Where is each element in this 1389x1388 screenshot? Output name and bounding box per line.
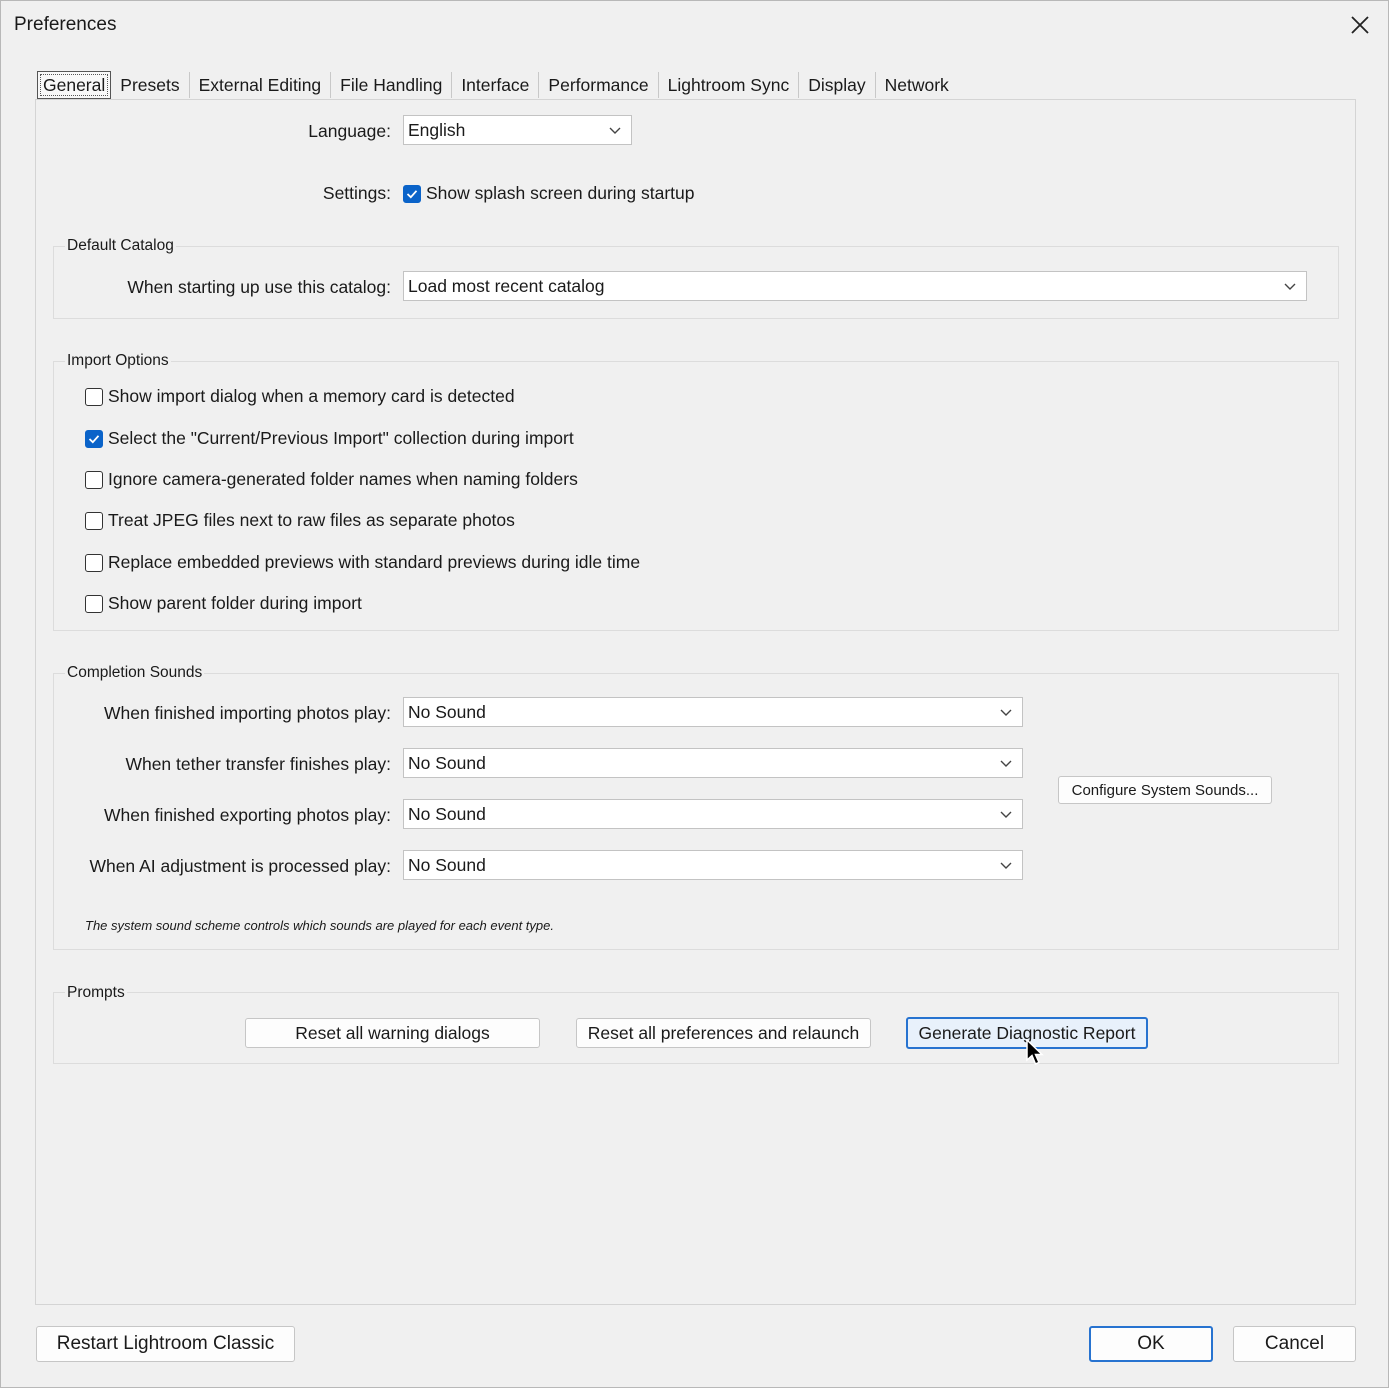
tab-interface[interactable]: Interface [452, 72, 540, 98]
import-sound-label: When finished importing photos play: [104, 703, 391, 723]
import-sound-select[interactable]: No Sound [403, 697, 1023, 727]
tab-bar: General Presets External Editing File Ha… [37, 71, 958, 99]
import-option-label: Ignore camera-generated folder names whe… [108, 469, 578, 489]
tab-display[interactable]: Display [799, 72, 876, 98]
checkbox-box [85, 470, 103, 489]
catalog-select[interactable]: Load most recent catalog [403, 271, 1307, 301]
checkbox-box [85, 511, 103, 530]
chevron-down-icon [1000, 808, 1012, 820]
export-sound-value: No Sound [408, 804, 486, 824]
checkbox-box [85, 387, 103, 406]
chevron-down-icon [609, 124, 621, 136]
default-catalog-title: Default Catalog [65, 237, 176, 255]
close-button[interactable] [1342, 7, 1378, 43]
tether-sound-select[interactable]: No Sound [403, 748, 1023, 778]
catalog-value: Load most recent catalog [408, 276, 605, 296]
import-option-label: Treat JPEG files next to raw files as se… [108, 510, 515, 530]
checkbox-box [403, 184, 421, 203]
import-option-replace-previews[interactable]: Replace embedded previews with standard … [85, 552, 640, 573]
tab-general[interactable]: General [37, 71, 112, 99]
language-value: English [408, 120, 466, 140]
tab-presets[interactable]: Presets [111, 72, 190, 98]
title-bar: Preferences [1, 1, 1388, 51]
import-option-jpeg-separate[interactable]: Treat JPEG files next to raw files as se… [85, 510, 515, 531]
configure-system-sounds-button[interactable]: Configure System Sounds... [1058, 776, 1272, 804]
reset-preferences-button[interactable]: Reset all preferences and relaunch [576, 1018, 871, 1048]
chevron-down-icon [1284, 280, 1296, 292]
import-option-label: Select the "Current/Previous Import" col… [108, 428, 574, 448]
preferences-window: Preferences General Presets External Edi… [0, 0, 1389, 1388]
language-select[interactable]: English [403, 115, 632, 145]
window-title: Preferences [14, 14, 117, 35]
splash-screen-label: Show splash screen during startup [426, 183, 695, 203]
checkmark-icon [406, 189, 418, 198]
import-option-memory-card[interactable]: Show import dialog when a memory card is… [85, 386, 515, 407]
checkbox-box [85, 594, 103, 613]
checkbox-box [85, 553, 103, 572]
language-label: Language: [308, 121, 391, 141]
ai-sound-label: When AI adjustment is processed play: [89, 856, 391, 876]
restart-lightroom-button[interactable]: Restart Lightroom Classic [36, 1326, 295, 1362]
import-option-label: Replace embedded previews with standard … [108, 552, 641, 572]
cancel-button[interactable]: Cancel [1233, 1326, 1356, 1362]
tab-network[interactable]: Network [876, 72, 958, 98]
sound-scheme-note: The system sound scheme controls which s… [85, 918, 554, 933]
tab-performance[interactable]: Performance [539, 72, 659, 98]
tab-external-editing[interactable]: External Editing [190, 72, 332, 98]
import-option-current-previous[interactable]: Select the "Current/Previous Import" col… [85, 428, 574, 449]
tether-sound-value: No Sound [408, 753, 486, 773]
completion-sounds-title: Completion Sounds [65, 664, 205, 682]
close-icon [1351, 16, 1369, 34]
import-option-label: Show parent folder during import [108, 593, 362, 613]
chevron-down-icon [1000, 706, 1012, 718]
import-options-title: Import Options [65, 352, 171, 370]
splash-screen-checkbox[interactable]: Show splash screen during startup [403, 183, 694, 204]
chevron-down-icon [1000, 757, 1012, 769]
ai-sound-value: No Sound [408, 855, 486, 875]
import-option-ignore-folder-names[interactable]: Ignore camera-generated folder names whe… [85, 469, 578, 490]
import-option-label: Show import dialog when a memory card is… [108, 386, 515, 406]
catalog-label: When starting up use this catalog: [127, 277, 391, 297]
tab-file-handling[interactable]: File Handling [331, 72, 453, 98]
prompts-title: Prompts [65, 984, 127, 1002]
import-option-parent-folder[interactable]: Show parent folder during import [85, 593, 362, 614]
ok-button[interactable]: OK [1089, 1326, 1213, 1362]
ai-sound-select[interactable]: No Sound [403, 850, 1023, 880]
export-sound-select[interactable]: No Sound [403, 799, 1023, 829]
tether-sound-label: When tether transfer finishes play: [125, 754, 391, 774]
export-sound-label: When finished exporting photos play: [104, 805, 391, 825]
chevron-down-icon [1000, 859, 1012, 871]
reset-warning-dialogs-button[interactable]: Reset all warning dialogs [245, 1018, 540, 1048]
tab-lightroom-sync[interactable]: Lightroom Sync [659, 72, 800, 98]
mouse-pointer-icon [1026, 1039, 1044, 1065]
settings-label: Settings: [322, 183, 391, 203]
import-sound-value: No Sound [408, 702, 486, 722]
checkbox-box [85, 429, 103, 448]
checkmark-icon [88, 434, 100, 443]
